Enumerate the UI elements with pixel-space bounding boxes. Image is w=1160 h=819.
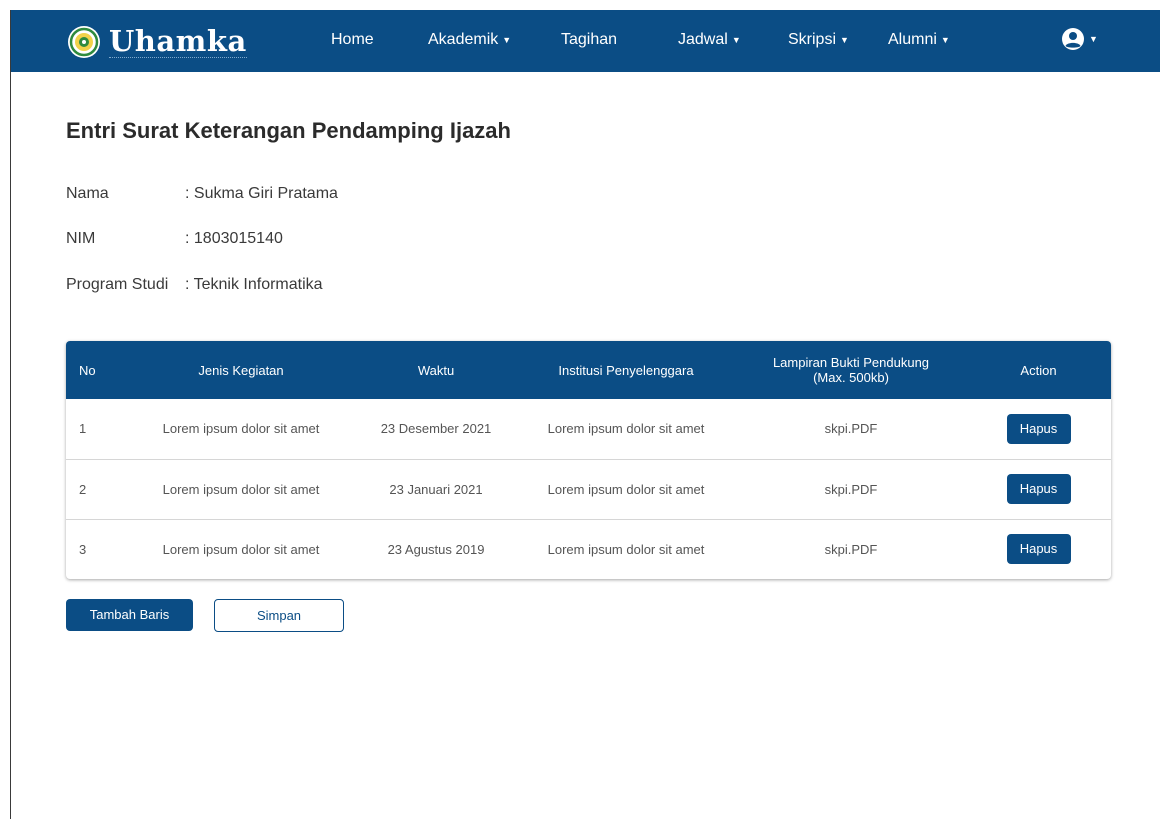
- page-title: Entri Surat Keterangan Pendamping Ijazah: [66, 118, 511, 143]
- nav-skripsi-label: Skripsi: [788, 31, 837, 48]
- nav-skripsi[interactable]: Skripsi ▼: [788, 31, 849, 49]
- cell-institusi: Lorem ipsum dolor sit amet: [547, 421, 705, 437]
- cell-action: Hapus: [966, 459, 1111, 519]
- table-row: 3 Lorem ipsum dolor sit amet 23 Agustus …: [66, 519, 1111, 579]
- cell-jenis: Lorem ipsum dolor sit amet: [162, 421, 320, 437]
- header-waktu: Waktu: [417, 362, 455, 378]
- student-prodi-value: : Teknik Informatika: [185, 276, 323, 293]
- nav-akademik[interactable]: Akademik ▼: [428, 31, 511, 49]
- cell-jenis: Lorem ipsum dolor sit amet: [162, 541, 320, 557]
- hapus-button[interactable]: Hapus: [1006, 413, 1071, 444]
- cell-waktu: 23 Desember 2021: [380, 421, 492, 437]
- header-lampiran-line2: (Max. 500kb): [813, 370, 889, 385]
- top-navbar: Uhamka Home Akademik ▼ Tagihan Jadwal ▼ …: [11, 10, 1160, 72]
- nav-jadwal-label: Jadwal: [678, 31, 728, 48]
- nav-home[interactable]: Home: [331, 31, 374, 49]
- caret-down-icon: ▼: [731, 35, 741, 45]
- table-row: 1 Lorem ipsum dolor sit amet 23 Desember…: [66, 399, 1111, 459]
- cell-institusi: Lorem ipsum dolor sit amet: [547, 481, 705, 497]
- cell-no: 2: [79, 481, 87, 497]
- nav-alumni-label: Alumni: [888, 31, 937, 48]
- app-frame: Uhamka Home Akademik ▼ Tagihan Jadwal ▼ …: [10, 10, 1160, 819]
- caret-down-icon: ▼: [1089, 34, 1098, 44]
- caret-down-icon: ▼: [840, 35, 849, 45]
- nav-akademik-label: Akademik: [428, 31, 499, 48]
- student-name-label: Nama: [66, 185, 109, 202]
- nav-home-label: Home: [331, 31, 374, 48]
- student-name-row: Nama : Sukma Giri Pratama: [66, 185, 338, 203]
- hapus-button[interactable]: Hapus: [1006, 534, 1071, 565]
- cell-lampiran[interactable]: skpi.PDF: [736, 459, 966, 519]
- header-no: No: [79, 362, 96, 378]
- cell-waktu: 23 Januari 2021: [389, 481, 483, 497]
- student-nim-label: NIM: [66, 230, 96, 247]
- table-header-row: No Jenis Kegiatan Waktu Institusi Penyel…: [66, 341, 1111, 399]
- brand-name: Uhamka: [109, 23, 247, 58]
- caret-down-icon: ▼: [940, 35, 950, 45]
- student-prodi-row: Program Studi : Teknik Informatika: [66, 276, 323, 294]
- user-menu[interactable]: ▼: [1061, 27, 1098, 51]
- cell-action: Hapus: [966, 399, 1111, 459]
- user-circle-icon: [1062, 28, 1084, 50]
- student-nim-row: NIM : 1803015140: [66, 230, 283, 248]
- nav-tagihan[interactable]: Tagihan: [561, 31, 617, 49]
- cell-jenis: Lorem ipsum dolor sit amet: [162, 481, 320, 497]
- cell-no: 1: [79, 421, 87, 437]
- header-action: Action: [1020, 362, 1057, 378]
- student-name-value: : Sukma Giri Pratama: [185, 185, 338, 202]
- nav-tagihan-label: Tagihan: [561, 31, 618, 48]
- student-nim-value: : 1803015140: [185, 230, 283, 247]
- activity-table: No Jenis Kegiatan Waktu Institusi Penyel…: [66, 341, 1111, 579]
- cell-action: Hapus: [966, 519, 1111, 579]
- header-institusi: Institusi Penyelenggara: [558, 362, 694, 378]
- nav-alumni[interactable]: Alumni ▼: [888, 31, 950, 49]
- header-lampiran: Lampiran Bukti Pendukung (Max. 500kb): [736, 341, 966, 399]
- brand[interactable]: Uhamka: [67, 22, 247, 62]
- simpan-button[interactable]: Simpan: [214, 599, 344, 632]
- cell-no: 3: [79, 541, 87, 557]
- hapus-button[interactable]: Hapus: [1006, 474, 1071, 504]
- brand-tagline: [109, 56, 247, 59]
- nav-jadwal[interactable]: Jadwal ▼: [678, 31, 741, 49]
- header-lampiran-line1: Lampiran Bukti Pendukung: [772, 355, 930, 370]
- university-seal-icon: [68, 26, 100, 58]
- cell-lampiran[interactable]: skpi.PDF: [736, 519, 966, 579]
- header-jenis-kegiatan: Jenis Kegiatan: [198, 362, 284, 378]
- student-prodi-label: Program Studi: [66, 276, 169, 293]
- cell-lampiran[interactable]: skpi.PDF: [736, 399, 966, 459]
- caret-down-icon: ▼: [502, 35, 512, 45]
- table-row: 2 Lorem ipsum dolor sit amet 23 Januari …: [66, 459, 1111, 519]
- cell-institusi: Lorem ipsum dolor sit amet: [547, 541, 705, 557]
- cell-waktu: 23 Agustus 2019: [387, 541, 485, 557]
- tambah-baris-button[interactable]: Tambah Baris: [66, 599, 193, 631]
